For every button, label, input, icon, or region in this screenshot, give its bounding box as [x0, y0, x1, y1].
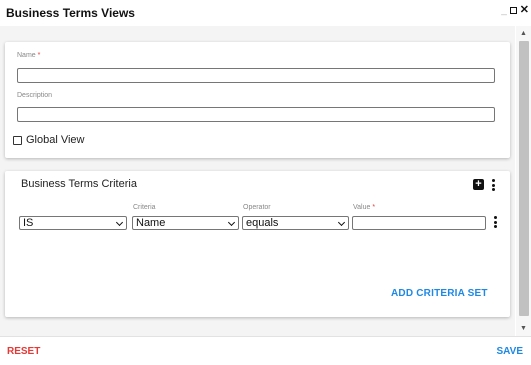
- criteria-title: Business Terms Criteria: [21, 178, 137, 190]
- criteria-field-label: Criteria: [133, 204, 156, 211]
- row-more-vert-icon[interactable]: [494, 216, 497, 228]
- condition-select[interactable]: IS: [19, 216, 127, 230]
- criteria-card: Business Terms Criteria + IS Criteria Na…: [5, 171, 510, 317]
- global-view-checkbox[interactable]: [13, 136, 22, 145]
- value-field-label: Value *: [353, 204, 375, 211]
- name-label-text: Name: [17, 52, 36, 59]
- scrollbar-thumb[interactable]: [519, 41, 529, 316]
- plus-box-icon[interactable]: +: [473, 179, 484, 190]
- dialog-footer: RESET SAVE: [0, 336, 531, 365]
- description-input[interactable]: [17, 107, 495, 122]
- global-view-label[interactable]: Global View: [26, 134, 85, 146]
- window-title: Business Terms Views: [6, 6, 135, 20]
- scroll-down-icon[interactable]: ▼: [520, 325, 527, 332]
- reset-button[interactable]: RESET: [7, 346, 40, 357]
- criteria-select-value: Name: [136, 217, 166, 229]
- value-label-text: Value: [353, 204, 371, 211]
- operator-field-label: Operator: [243, 204, 271, 211]
- vertical-scrollbar[interactable]: ▲ ▼: [516, 26, 531, 336]
- value-input[interactable]: [352, 216, 486, 230]
- condition-select-value: IS: [23, 217, 34, 229]
- value-required-marker: *: [372, 204, 376, 211]
- title-bar: Business Terms Views _ ✕: [0, 0, 531, 26]
- description-label: Description: [17, 92, 53, 99]
- close-icon[interactable]: ✕: [520, 4, 529, 15]
- operator-select[interactable]: equals: [242, 216, 349, 230]
- criteria-select[interactable]: Name: [132, 216, 239, 230]
- view-details-card: Name * Description Global View: [5, 42, 510, 158]
- save-button[interactable]: SAVE: [497, 346, 524, 357]
- scroll-up-icon[interactable]: ▲: [520, 30, 527, 37]
- maximize-icon[interactable]: [509, 6, 517, 14]
- minimize-icon[interactable]: _: [501, 6, 507, 16]
- more-vert-icon[interactable]: [492, 179, 495, 191]
- chevron-down-icon: [337, 218, 346, 227]
- chevron-down-icon: [227, 218, 236, 227]
- name-input[interactable]: [17, 68, 495, 83]
- add-criteria-set-button[interactable]: ADD CRITERIA SET: [391, 288, 488, 299]
- name-required-marker: *: [37, 52, 41, 59]
- chevron-down-icon: [115, 218, 124, 227]
- window-controls: _ ✕: [501, 3, 529, 16]
- dialog-content: Name * Description Global View Business …: [0, 26, 515, 336]
- operator-select-value: equals: [246, 217, 279, 229]
- name-label: Name *: [17, 52, 40, 59]
